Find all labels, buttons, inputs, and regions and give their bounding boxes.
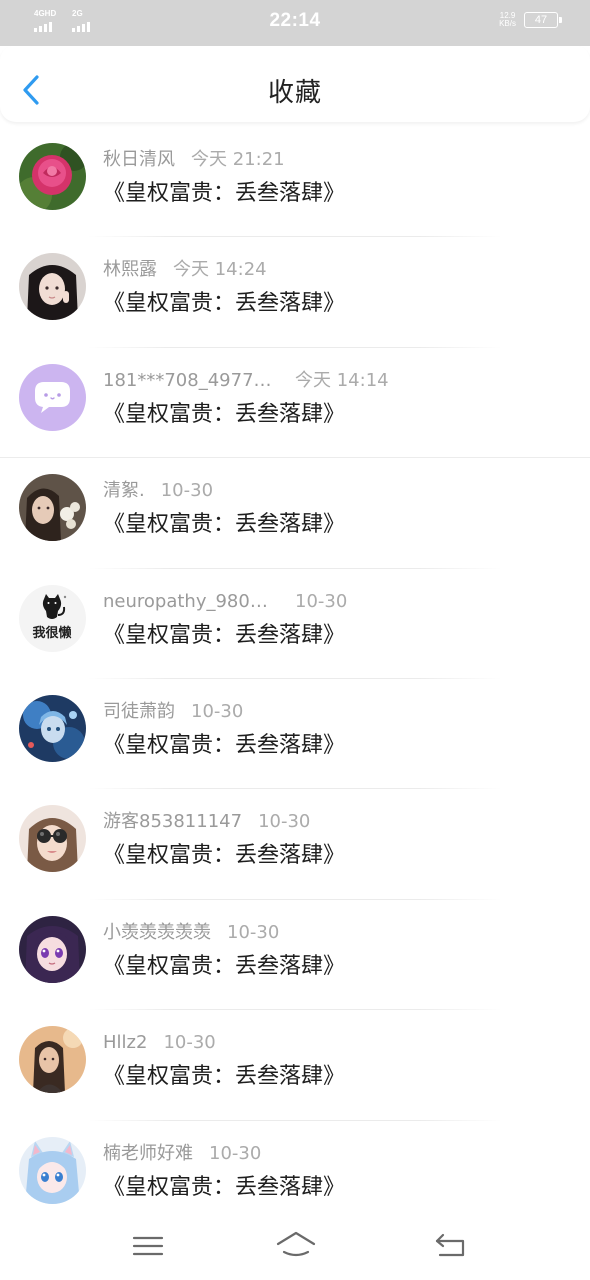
portrait-icon [19, 253, 86, 321]
header: 收藏 [0, 46, 590, 122]
book-title[interactable]: 《皇权富贵：丢叁落肆》 [103, 289, 345, 319]
book-title[interactable]: 《皇权富贵：丢叁落肆》 [103, 179, 345, 209]
list-item[interactable]: 林熙露 今天 14:24 《皇权富贵：丢叁落肆》 [0, 237, 590, 348]
avatar[interactable] [19, 363, 86, 431]
timestamp: 今天 14:24 [173, 259, 267, 281]
username[interactable]: 181***708_4977… [103, 370, 275, 392]
portrait-icon [19, 1026, 86, 1094]
status-right: 12.9 KB/s 47 [499, 12, 562, 28]
item-meta: 秋日清风 今天 21:21 [103, 149, 285, 171]
list-item[interactable]: 我很懒 neuropathy_980… 10-30 《皇权富贵：丢叁落肆》 [0, 569, 590, 679]
portrait-icon [19, 474, 86, 542]
battery-level: 47 [534, 14, 548, 26]
avatar[interactable] [19, 694, 86, 762]
avatar[interactable]: 我很懒 [19, 584, 86, 652]
portrait-icon [19, 805, 86, 873]
chat-bubble-icon [19, 363, 86, 431]
anime-avatar-icon [19, 694, 86, 762]
book-title[interactable]: 《皇权富贵：丢叁落肆》 [103, 510, 345, 540]
list-item[interactable]: 小羡羡羡羡羡 10-30 《皇权富贵：丢叁落肆》 [0, 900, 590, 1011]
menu-icon [132, 1236, 164, 1256]
return-icon [435, 1233, 465, 1257]
item-meta: 司徒萧韵 10-30 [103, 701, 243, 723]
timestamp: 10-30 [295, 590, 348, 612]
menu-button[interactable] [128, 1228, 168, 1264]
username[interactable]: 楠老师好难 [103, 1143, 193, 1165]
avatar[interactable] [19, 915, 86, 983]
book-title[interactable]: 《皇权富贵：丢叁落肆》 [103, 621, 345, 651]
timestamp: 今天 14:14 [295, 369, 389, 391]
return-button[interactable] [430, 1228, 470, 1264]
username[interactable]: 秋日清风 [103, 149, 175, 171]
timestamp: 今天 21:21 [191, 149, 285, 170]
item-meta: neuropathy_980… 10-30 [103, 591, 347, 613]
avatar[interactable] [19, 1136, 86, 1204]
status-bar: 4GHD 2G 22:14 12.9 KB/s 47 [0, 0, 590, 46]
book-title[interactable]: 《皇权富贵：丢叁落肆》 [103, 1173, 345, 1203]
username[interactable]: 林熙露 [103, 259, 157, 281]
network-speed-unit: KB/s [499, 19, 516, 28]
avatar[interactable] [19, 253, 86, 321]
book-title[interactable]: 《皇权富贵：丢叁落肆》 [103, 841, 345, 871]
anime-avatar-icon [19, 915, 86, 983]
timestamp: 10-30 [209, 1142, 262, 1164]
list-item[interactable]: 181***708_4977… 今天 14:14 《皇权富贵：丢叁落肆》 [0, 348, 590, 459]
favorites-list: 秋日清风 今天 21:21 《皇权富贵：丢叁落肆》 林熙露今天 14:24 《皇… [0, 127, 590, 1231]
favorites-screen: 4GHD 2G 22:14 12.9 KB/s 47 收藏 秋日清风 今天 21… [0, 0, 590, 1280]
avatar[interactable] [19, 474, 86, 542]
timestamp: 10-30 [191, 700, 244, 722]
list-item[interactable]: 游客853811147 10-30 《皇权富贵：丢叁落肆》 [0, 789, 590, 900]
timestamp: 10-30 [258, 811, 311, 833]
item-meta: 林熙露 今天 14:24 [103, 259, 267, 281]
item-meta: 楠老师好难 10-30 [103, 1143, 261, 1165]
timestamp: 10-30 [163, 1032, 216, 1054]
list-item[interactable]: 秋日清风 今天 21:21 《皇权富贵：丢叁落肆》 [0, 127, 590, 238]
list-item[interactable]: 清絮. 10-30 《皇权富贵：丢叁落肆》 [0, 458, 590, 569]
book-title[interactable]: 《皇权富贵：丢叁落肆》 [103, 1062, 345, 1092]
avatar-text: 我很懒 [32, 625, 71, 641]
username[interactable]: 清絮. [103, 480, 145, 502]
username[interactable]: 小羡羡羡羡羡 [103, 922, 211, 944]
network-speed: 12.9 KB/s [499, 12, 516, 28]
avatar[interactable] [19, 1026, 86, 1094]
cat-icon: 我很懒 [19, 584, 86, 652]
system-nav-bar [0, 1214, 590, 1280]
username[interactable]: 司徒萧韵 [103, 701, 175, 723]
item-meta: 小羡羡羡羡羡 10-30 [103, 922, 279, 944]
item-meta: 181***708_4977… 今天 14:14 [103, 370, 389, 392]
timestamp: 10-30 [160, 480, 214, 502]
avatar[interactable] [19, 143, 86, 210]
item-meta: 游客853811147 10-30 [103, 811, 310, 833]
avatar[interactable] [19, 805, 86, 873]
page-title: 收藏 [267, 78, 322, 108]
item-meta: 清絮. 10-30 [103, 480, 213, 502]
book-title[interactable]: 《皇权富贵：丢叁落肆》 [103, 731, 345, 761]
home-button[interactable] [274, 1228, 318, 1264]
anime-avatar-icon [19, 1136, 86, 1204]
username[interactable]: Hllz2 [103, 1032, 147, 1054]
book-title[interactable]: 《皇权富贵：丢叁落肆》 [103, 952, 345, 982]
username[interactable]: neuropathy_980… [103, 591, 275, 613]
username[interactable]: 游客853811147 [103, 811, 242, 833]
timestamp: 10-30 [227, 921, 280, 943]
list-item[interactable]: Hllz2 10-30 《皇权富贵：丢叁落肆》 [0, 1010, 590, 1121]
book-title[interactable]: 《皇权富贵：丢叁落肆》 [103, 400, 345, 430]
battery-icon: 47 [524, 12, 562, 28]
home-icon [276, 1231, 316, 1257]
rose-icon [19, 143, 86, 210]
item-meta: Hllz2 10-30 [103, 1032, 216, 1054]
list-item[interactable]: 司徒萧韵 10-30 《皇权富贵：丢叁落肆》 [0, 679, 590, 790]
